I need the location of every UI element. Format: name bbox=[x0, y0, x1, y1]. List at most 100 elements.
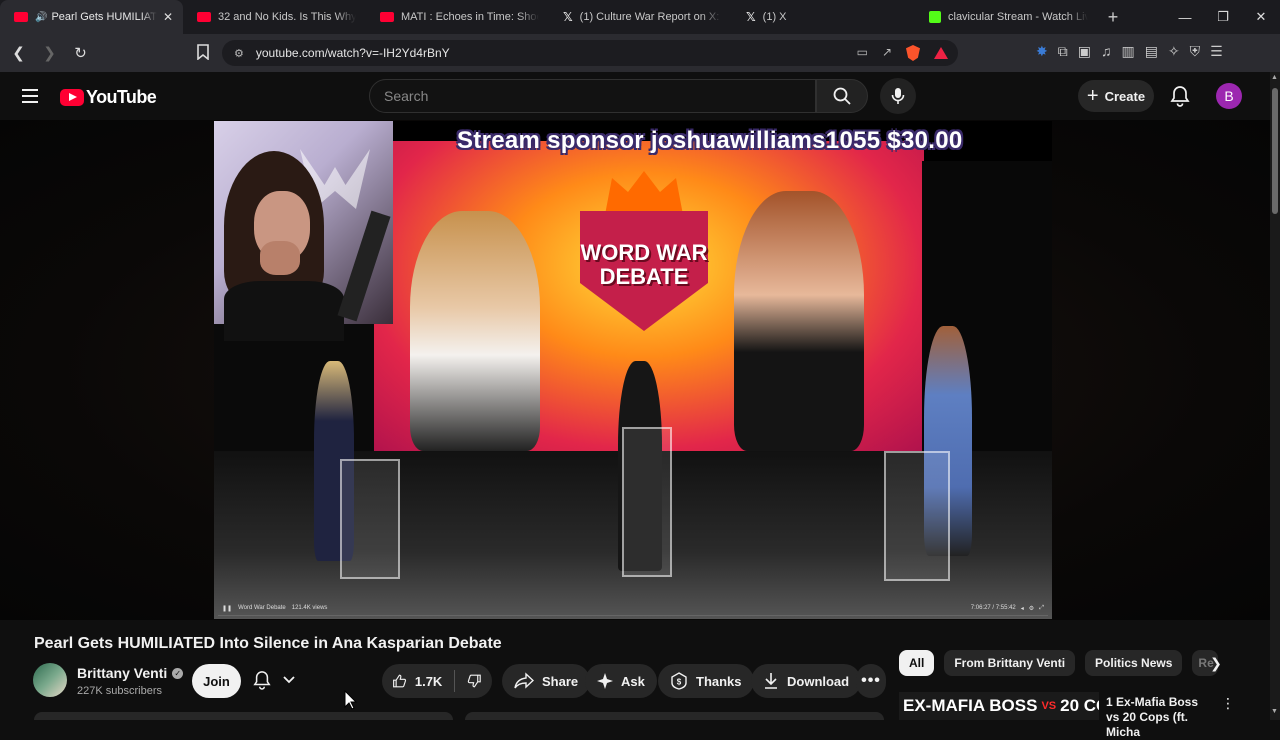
youtube-play-icon bbox=[60, 89, 84, 106]
url-bar[interactable]: ⚙ youtube.com/watch?v=-IH2Yd4rBnY ▭ ↗ bbox=[222, 40, 958, 66]
like-icon[interactable] bbox=[392, 672, 407, 690]
site-settings-icon[interactable]: ⚙ bbox=[234, 47, 244, 60]
search-icon bbox=[833, 87, 851, 105]
url-text: youtube.com/watch?v=-IH2Yd4rBnY bbox=[255, 46, 450, 60]
chevron-right-icon[interactable]: ❯ bbox=[1205, 652, 1227, 674]
chip-from-channel[interactable]: From Brittany Venti bbox=[944, 650, 1076, 676]
content-card bbox=[34, 712, 453, 720]
reload-button[interactable]: ↻ bbox=[68, 44, 93, 62]
tab-title: clavicular Stream - Watch Live on bbox=[948, 11, 1088, 23]
back-button[interactable]: ❮ bbox=[6, 44, 31, 62]
music-icon[interactable]: ♫ bbox=[1101, 43, 1112, 60]
screen-person-right bbox=[734, 191, 864, 451]
video-player[interactable]: WORD WAR DEBATE Stream sponsor joshuawill… bbox=[214, 121, 1052, 619]
browser-tab-youtube-pearl[interactable]: 🔊 Pearl Gets HUMILIATED In ✕ bbox=[0, 0, 183, 34]
youtube-favicon-icon bbox=[197, 12, 211, 22]
browser-tab-strip: 🔊 Pearl Gets HUMILIATED In ✕ 32 and No K… bbox=[0, 0, 1280, 34]
restore-icon[interactable]: ❐ bbox=[1204, 9, 1242, 25]
share-label: Share bbox=[542, 673, 579, 689]
download-button[interactable]: Download bbox=[751, 664, 862, 698]
dislike-icon[interactable] bbox=[467, 672, 482, 690]
mouse-cursor-icon bbox=[344, 690, 358, 710]
browser-tab-32-no-kids[interactable]: 32 and No Kids. Is This Why I am bbox=[183, 0, 366, 34]
brave-shields-icon[interactable] bbox=[906, 45, 920, 61]
extension-icons: ✸ ⧉ ▣ ♫ ▥ ▤ ✧ ⛨ ☰ bbox=[1036, 43, 1223, 60]
cast-icon[interactable]: ▭ bbox=[857, 45, 868, 61]
embedded-channel: Word War Debate bbox=[238, 605, 286, 611]
minimize-icon[interactable]: — bbox=[1166, 10, 1204, 25]
channel-avatar[interactable] bbox=[33, 663, 67, 697]
browser-tab-kick[interactable]: clavicular Stream - Watch Live on bbox=[915, 0, 1098, 34]
recommendation-title[interactable]: 1 Ex-Mafia Boss vs 20 Cops (ft. Micha bbox=[1106, 695, 1214, 740]
podium-center bbox=[622, 427, 672, 577]
microphone-icon bbox=[891, 88, 905, 104]
x-favicon-icon: 𝕏 bbox=[746, 10, 756, 24]
subscription-notification-button[interactable] bbox=[253, 670, 295, 690]
channel-name[interactable]: Brittany Venti ✓ bbox=[77, 665, 184, 681]
embedded-right-info: 7:06:27 / 7:55:42 ◂ ⚙ ⤢ bbox=[971, 605, 1044, 612]
speaker-icon[interactable]: 🔊 bbox=[35, 12, 47, 23]
extension-icon[interactable]: ✸ bbox=[1036, 43, 1048, 60]
download-icon bbox=[765, 673, 777, 689]
bookmark-icon[interactable] bbox=[196, 44, 210, 60]
sidebar-icon[interactable]: ▥ bbox=[1121, 43, 1134, 60]
chip-all[interactable]: All bbox=[899, 650, 935, 676]
close-window-icon[interactable]: ✕ bbox=[1242, 9, 1280, 25]
scroll-down-arrow-icon[interactable]: ▼ bbox=[1271, 708, 1278, 715]
vpn-icon[interactable]: ⛨ bbox=[1190, 43, 1201, 60]
brave-rewards-icon[interactable] bbox=[934, 47, 948, 59]
embedded-left-info: ❚❚ Word War Debate 121.4K views bbox=[222, 605, 327, 612]
ask-label: Ask bbox=[621, 673, 645, 689]
logo-text: WORD WAR DEBATE bbox=[580, 240, 708, 289]
tab-title: 32 and No Kids. Is This Why I am bbox=[218, 11, 356, 23]
thanks-button[interactable]: $ Thanks bbox=[658, 664, 754, 698]
share-page-icon[interactable]: ↗ bbox=[882, 45, 892, 61]
scrollbar-thumb[interactable] bbox=[1272, 88, 1278, 214]
tab-title: Pearl Gets HUMILIATED In bbox=[51, 11, 157, 23]
x-favicon-icon: 𝕏 bbox=[563, 10, 573, 24]
tab-title: MATI : Echoes in Time: ShoeOnhe bbox=[401, 11, 539, 23]
recommendation-thumbnail[interactable]: EX-MAFIA BOSS VS 20 COPS bbox=[899, 692, 1099, 720]
facecam-microphone bbox=[337, 210, 391, 322]
forward-button[interactable]: ❯ bbox=[37, 44, 62, 62]
wallet-card-icon[interactable]: ▤ bbox=[1145, 43, 1158, 60]
create-button[interactable]: + Create bbox=[1078, 80, 1154, 112]
youtube-logo[interactable]: YouTube bbox=[60, 87, 157, 108]
more-actions-button[interactable]: ••• bbox=[856, 664, 886, 698]
tab-title: (1) X bbox=[762, 11, 787, 23]
share-button[interactable]: Share bbox=[502, 664, 591, 698]
chip-politics-news[interactable]: Politics News bbox=[1085, 650, 1183, 676]
puzzle-icon[interactable]: ⧉ bbox=[1058, 43, 1068, 60]
search-input[interactable]: Search bbox=[369, 79, 816, 113]
join-button[interactable]: Join bbox=[192, 664, 241, 698]
notifications-bell-icon[interactable] bbox=[1170, 85, 1190, 107]
browser-tab-culture-war[interactable]: 𝕏 (1) Culture War Report on X: "DC bbox=[549, 0, 732, 34]
search-button[interactable] bbox=[816, 79, 868, 113]
wallet-icon[interactable]: ▣ bbox=[1078, 43, 1091, 60]
more-vertical-icon[interactable]: ⋮ bbox=[1221, 695, 1235, 712]
thumb-text-right: 20 COPS bbox=[1060, 696, 1099, 715]
leo-ai-icon[interactable]: ✧ bbox=[1168, 43, 1180, 60]
guide-menu-icon[interactable] bbox=[22, 89, 38, 107]
settings-icon: ⚙ bbox=[1028, 606, 1035, 612]
fullscreen-icon: ⤢ bbox=[1039, 605, 1044, 611]
voice-search-button[interactable] bbox=[880, 78, 916, 114]
divider bbox=[454, 670, 456, 692]
browser-tab-x[interactable]: 𝕏 (1) X bbox=[732, 0, 915, 34]
pause-icon: ❚❚ bbox=[222, 606, 233, 612]
embedded-time: 7:06:27 / 7:55:42 bbox=[970, 605, 1016, 611]
ask-button[interactable]: Ask bbox=[585, 664, 657, 698]
account-avatar[interactable]: B bbox=[1216, 83, 1242, 109]
close-icon[interactable]: ✕ bbox=[163, 10, 173, 24]
scroll-up-arrow-icon[interactable]: ▲ bbox=[1271, 74, 1278, 81]
new-tab-button[interactable]: + bbox=[1098, 7, 1128, 28]
thumb-text-vs: VS bbox=[1041, 700, 1057, 712]
like-count[interactable]: 1.7K bbox=[415, 674, 442, 689]
browser-tab-mati[interactable]: MATI : Echoes in Time: ShoeOnhe bbox=[366, 0, 549, 34]
menu-icon[interactable]: ☰ bbox=[1210, 43, 1223, 60]
facecam-body bbox=[224, 281, 344, 341]
browser-toolbar: ❮ ❯ ↻ ⚙ youtube.com/watch?v=-IH2Yd4rBnY … bbox=[0, 34, 1280, 72]
window-controls: — ❐ ✕ bbox=[1166, 0, 1280, 34]
verified-check-icon: ✓ bbox=[172, 667, 184, 679]
thumb-text-left: EX-MAFIA BOSS bbox=[903, 696, 1038, 715]
